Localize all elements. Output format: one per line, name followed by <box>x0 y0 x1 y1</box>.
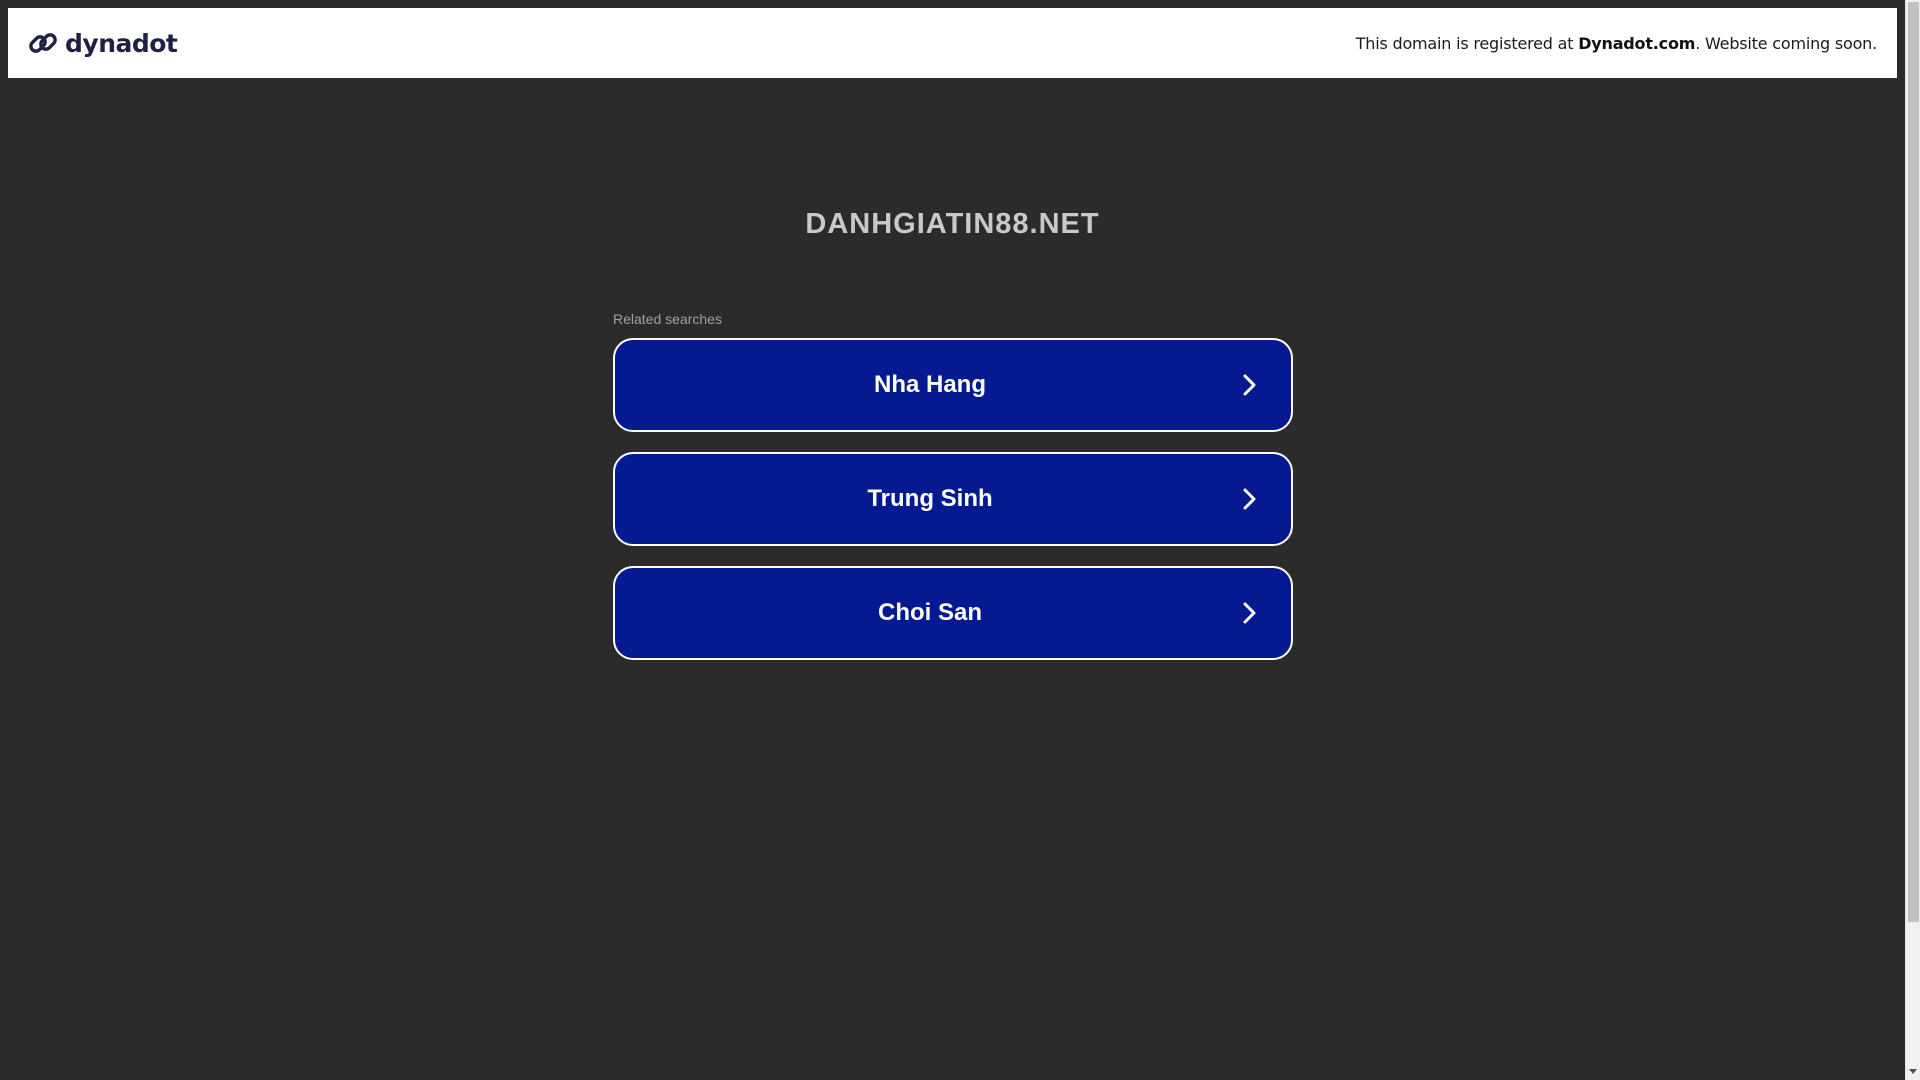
page: dynadot This domain is registered at Dyn… <box>0 0 1905 1080</box>
related-search-nha-hang[interactable]: Nha Hang <box>613 338 1293 432</box>
dynadot-link-icon <box>29 33 57 53</box>
message-prefix: This domain is registered at <box>1355 33 1579 53</box>
chevron-right-icon <box>1243 374 1256 396</box>
related-search-label: Trung Sinh <box>867 485 993 512</box>
logo-text: dynadot <box>65 28 178 58</box>
message-brand: Dynadot.com <box>1578 33 1696 53</box>
related-search-choi-san[interactable]: Choi San <box>613 566 1293 660</box>
related-search-label: Choi San <box>877 599 982 626</box>
related-search-trung-sinh[interactable]: Trung Sinh <box>613 452 1293 546</box>
related-searches: Related searches Nha Hang Trung Sinh Cho… <box>613 310 1293 680</box>
chevron-right-icon <box>1243 602 1256 624</box>
scroll-down-arrow-icon[interactable] <box>1909 1069 1917 1074</box>
registrar-banner: dynadot This domain is registered at Dyn… <box>8 8 1897 78</box>
related-searches-label: Related searches <box>613 311 722 327</box>
message-suffix: . Website coming soon. <box>1695 33 1877 53</box>
scrollbar-thumb[interactable] <box>1908 2 1919 922</box>
dynadot-logo[interactable]: dynadot <box>27 23 178 63</box>
domain-title: DANHGIATIN88.NET <box>805 208 1100 240</box>
vertical-scrollbar[interactable] <box>1905 0 1920 1080</box>
chevron-right-icon <box>1243 488 1256 510</box>
registration-message: This domain is registered at Dynadot.com… <box>1356 34 1877 53</box>
related-search-label: Nha Hang <box>873 371 986 398</box>
